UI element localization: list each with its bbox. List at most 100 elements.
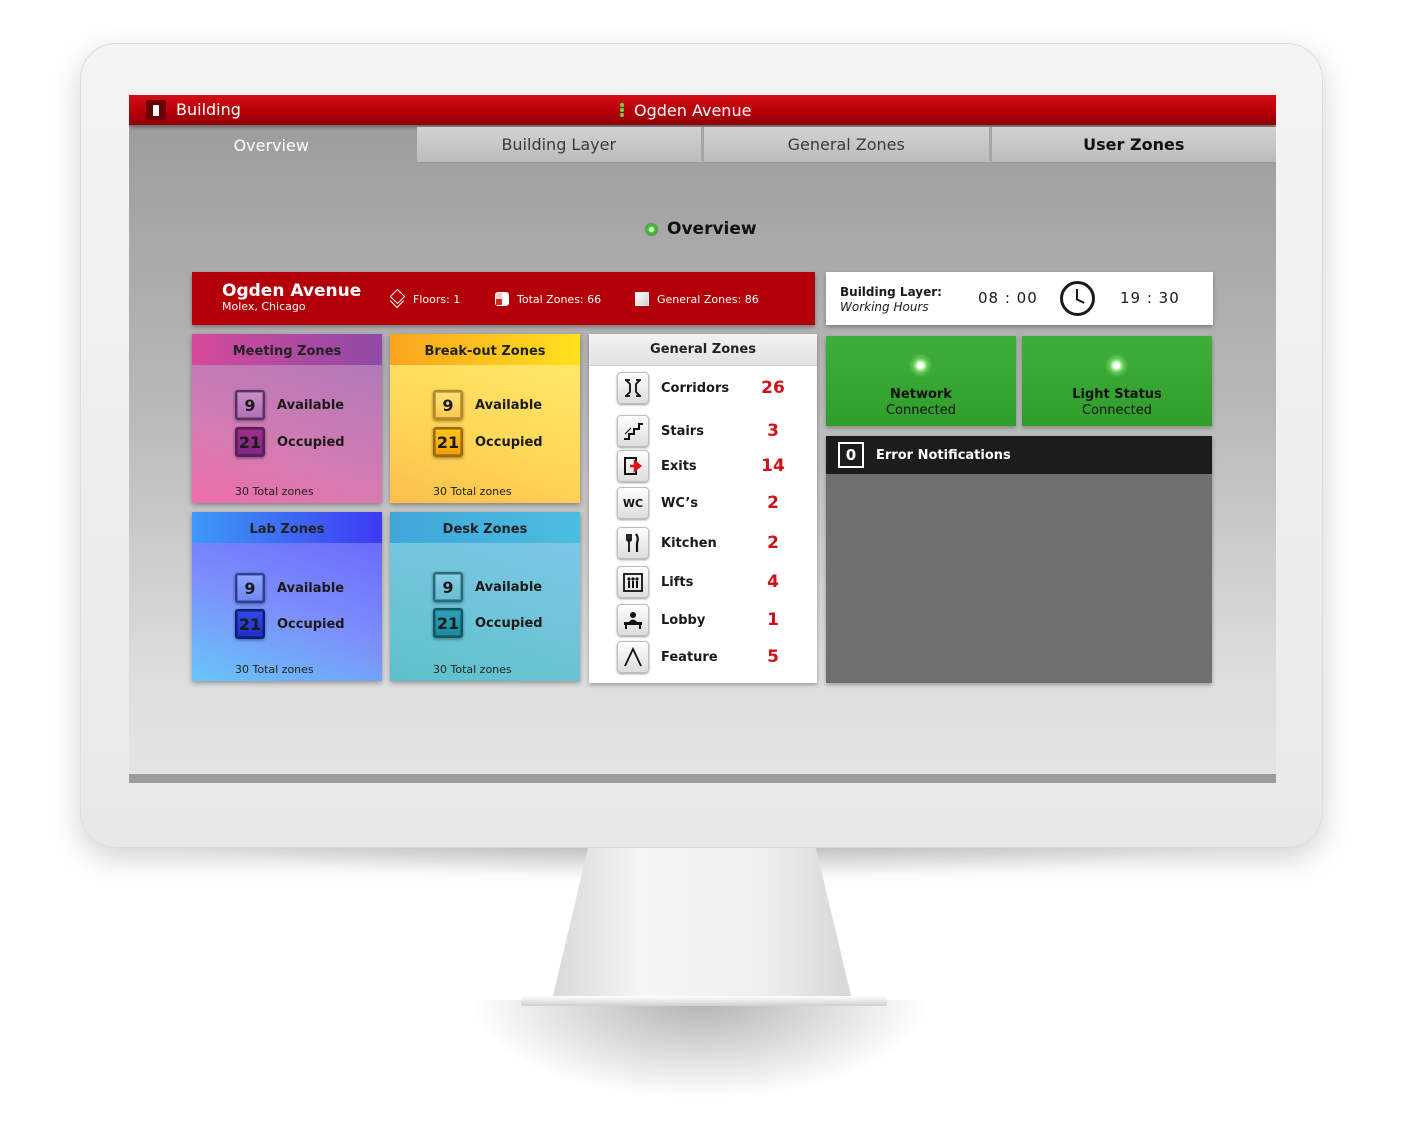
zone-name: Exits: [661, 458, 697, 474]
tab-building-layer[interactable]: Building Layer: [416, 127, 704, 163]
breakout-zones-card[interactable]: Break-out Zones 9 Available 21 Occupied …: [390, 334, 580, 503]
start-time: 08 : 00: [978, 289, 1038, 307]
zone-count: 26: [761, 378, 785, 398]
total-zones: 30 Total zones: [433, 485, 512, 498]
network-state: Connected: [885, 403, 956, 418]
zone-name: Feature: [661, 649, 718, 665]
occupied-label: Occupied: [475, 615, 543, 631]
error-notifications-panel: 0 Error Notifications: [826, 436, 1212, 683]
zone-card-title: Meeting Zones: [192, 334, 382, 365]
zone-card-title: Lab Zones: [192, 512, 382, 543]
tab-user-zones[interactable]: User Zones: [991, 127, 1276, 163]
available-row: 9 Available: [235, 573, 344, 603]
available-row: 9 Available: [235, 390, 344, 420]
network-status-tile[interactable]: Network Connected: [826, 336, 1016, 426]
zone-name: WC’s: [661, 495, 699, 511]
lobby-icon: [617, 604, 649, 636]
general-zones-title: General Zones: [589, 334, 817, 366]
zone-name: Kitchen: [661, 535, 717, 551]
zones-icon: [495, 292, 509, 306]
tab-bar: Overview Building Layer General Zones Us…: [129, 127, 1276, 163]
layers-icon: [389, 292, 405, 306]
occupied-label: Occupied: [277, 616, 345, 632]
screen-bottom-bar: [129, 774, 1276, 783]
light-status-title: Light Status: [1072, 387, 1162, 402]
corridor-icon: [617, 372, 649, 404]
list-item[interactable]: WC WC’s 2: [617, 487, 807, 519]
kebab-menu-icon[interactable]: [620, 103, 624, 117]
site-location: Molex, Chicago: [222, 300, 306, 313]
zone-card-body: 9 Available 21 Occupied 30 Total zones: [390, 365, 580, 503]
page-title: Overview: [645, 219, 757, 239]
zone-card-body: 9 Available 21 Occupied 30 Total zones: [192, 543, 382, 681]
total-zones: 30 Total zones: [433, 663, 512, 676]
occupied-row: 21 Occupied: [433, 608, 543, 638]
occupied-row: 21 Occupied: [433, 427, 543, 457]
general-zones-label: General Zones: 86: [657, 292, 759, 306]
occupied-row: 21 Occupied: [235, 609, 345, 639]
zone-name: Lobby: [661, 612, 706, 628]
list-item[interactable]: Lobby 1: [617, 604, 807, 636]
general-zones-stat: General Zones: 86: [635, 292, 759, 306]
exit-icon: [617, 450, 649, 482]
site-selector[interactable]: Ogden Avenue: [620, 101, 751, 120]
total-zones-stat: Total Zones: 66: [495, 292, 601, 306]
page-title-label: Overview: [667, 219, 757, 239]
working-hours-label: Working Hours: [840, 300, 929, 314]
building-layer-label: Building Layer:: [840, 285, 942, 299]
available-label: Available: [475, 579, 543, 595]
zone-count: 3: [767, 421, 779, 441]
zone-count: 2: [767, 533, 779, 553]
zone-card-body: 9 Available 21 Occupied 30 Total zones: [192, 365, 382, 503]
zone-card-title: Desk Zones: [390, 512, 580, 543]
available-row: 9 Available: [433, 572, 542, 602]
list-item[interactable]: Corridors 26: [617, 372, 807, 404]
zone-count: 1: [767, 610, 779, 630]
building-layer-card[interactable]: Building Layer: Working Hours 08 : 00 19…: [826, 272, 1213, 325]
zone-name: Lifts: [661, 574, 694, 590]
app-screen: Building Ogden Avenue Overview Building …: [129, 95, 1276, 783]
site-name: Ogden Avenue: [222, 281, 362, 301]
monitor-stand: [552, 848, 852, 1000]
list-item[interactable]: Lifts 4: [617, 566, 807, 598]
status-led-icon: [1108, 357, 1125, 374]
stand-shadow: [470, 1000, 930, 1100]
list-item[interactable]: Kitchen 2: [617, 527, 807, 559]
clock-icon: [1060, 281, 1095, 316]
end-time: 19 : 30: [1120, 289, 1180, 307]
total-zones: 30 Total zones: [235, 663, 314, 676]
network-title: Network: [890, 387, 952, 402]
zone-name: Stairs: [661, 423, 704, 439]
app-title: Building: [176, 100, 241, 119]
available-count: 9: [433, 572, 463, 602]
meeting-zones-card[interactable]: Meeting Zones 9 Available 21 Occupied 30…: [192, 334, 382, 503]
zone-count: 2: [767, 493, 779, 513]
occupied-count: 21: [235, 609, 265, 639]
zone-card-title: Break-out Zones: [390, 334, 580, 365]
building-icon[interactable]: [146, 100, 166, 120]
available-count: 9: [235, 390, 265, 420]
list-item[interactable]: Exits 14: [617, 450, 807, 482]
status-led-icon: [645, 222, 658, 236]
zone-count: 14: [761, 456, 785, 476]
list-item[interactable]: Feature 5: [617, 641, 807, 673]
available-label: Available: [475, 397, 543, 413]
error-count-badge: 0: [838, 442, 864, 468]
site-summary-card: Ogden Avenue Molex, Chicago Floors: 1 To…: [192, 272, 815, 325]
floors-label: Floors: 1: [413, 292, 461, 306]
available-count: 9: [235, 573, 265, 603]
occupied-label: Occupied: [475, 434, 543, 450]
tab-overview[interactable]: Overview: [129, 127, 417, 163]
monitor-stand-base: [521, 996, 887, 1006]
lab-zones-card[interactable]: Lab Zones 9 Available 21 Occupied 30 Tot…: [192, 512, 382, 681]
total-zones-label: Total Zones: 66: [517, 292, 602, 306]
occupied-count: 21: [433, 608, 463, 638]
tab-general-zones[interactable]: General Zones: [704, 127, 992, 163]
list-item[interactable]: Stairs 3: [617, 415, 807, 447]
error-notifications-title: Error Notifications: [876, 447, 1011, 463]
error-notifications-header[interactable]: 0 Error Notifications: [826, 436, 1212, 474]
desk-zones-card[interactable]: Desk Zones 9 Available 21 Occupied 30 To…: [390, 512, 580, 681]
zone-name: Corridors: [661, 380, 730, 396]
light-status-tile[interactable]: Light Status Connected: [1022, 336, 1212, 426]
wc-icon: WC: [617, 487, 649, 519]
